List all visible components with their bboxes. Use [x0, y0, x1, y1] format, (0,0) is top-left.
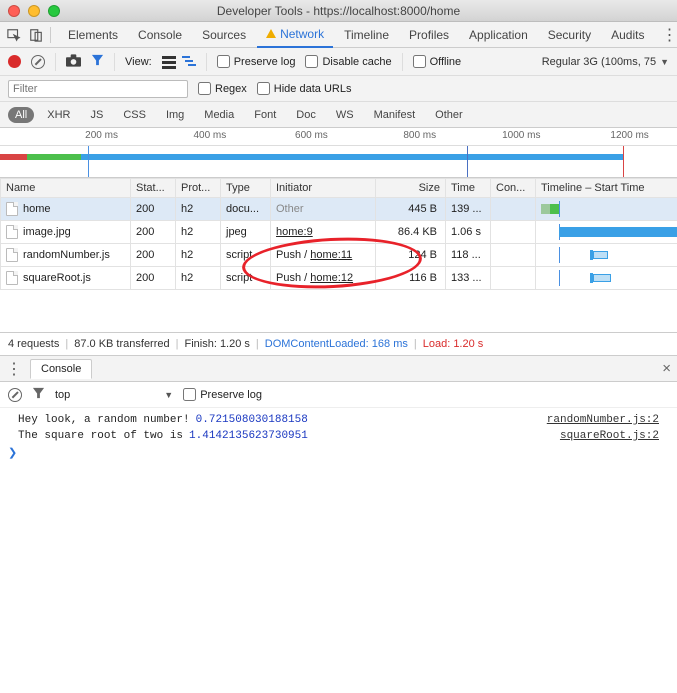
- offline-checkbox[interactable]: Offline: [413, 55, 462, 68]
- network-status-bar: 4 requests| 87.0 KB transferred| Finish:…: [0, 332, 677, 356]
- table-row[interactable]: squareRoot.js 200 h2 script Push / home:…: [1, 267, 677, 290]
- col-status[interactable]: Stat...: [131, 179, 176, 198]
- clear-console-button[interactable]: [8, 388, 22, 402]
- device-toolbar-icon[interactable]: [28, 27, 44, 43]
- regex-checkbox[interactable]: Regex: [198, 82, 247, 95]
- close-drawer-icon[interactable]: ×: [662, 360, 671, 377]
- console-toolbar: top Preserve log: [0, 382, 677, 408]
- col-initiator[interactable]: Initiator: [271, 179, 376, 198]
- file-icon: [6, 271, 18, 285]
- console-source-link[interactable]: squareRoot.js:2: [560, 430, 659, 442]
- console-prompt[interactable]: ❯: [0, 444, 677, 462]
- tab-network[interactable]: Network: [257, 22, 333, 48]
- col-connection[interactable]: Con...: [491, 179, 536, 198]
- timeline-overview[interactable]: [0, 146, 677, 178]
- type-css[interactable]: CSS: [116, 107, 153, 123]
- console-message[interactable]: The square root of two is 1.414213562373…: [0, 428, 677, 444]
- tab-network-label: Network: [280, 21, 324, 47]
- resource-type-filter: All XHR JS CSS Img Media Font Doc WS Man…: [0, 102, 677, 128]
- view-label: View:: [125, 56, 152, 68]
- initiator-link[interactable]: home:11: [310, 249, 352, 261]
- drawer-menu-icon[interactable]: ⋮: [6, 359, 22, 379]
- type-ws[interactable]: WS: [329, 107, 361, 123]
- disable-cache-checkbox[interactable]: Disable cache: [305, 55, 391, 68]
- tab-security[interactable]: Security: [539, 22, 600, 48]
- tab-console[interactable]: Console: [129, 22, 191, 48]
- col-name[interactable]: Name: [1, 179, 131, 198]
- tab-audits[interactable]: Audits: [602, 22, 653, 48]
- table-row[interactable]: home 200 h2 docu... Other 445 B 139 ...: [1, 198, 677, 221]
- initiator-link[interactable]: home:9: [276, 226, 313, 238]
- throttling-select[interactable]: Regular 3G (100ms, 75: [542, 56, 669, 68]
- clear-button[interactable]: [31, 55, 45, 69]
- context-selector[interactable]: top: [55, 389, 173, 401]
- window-title: Developer Tools - https://localhost:8000…: [0, 4, 677, 18]
- waterfall-icon[interactable]: [182, 55, 196, 69]
- type-doc[interactable]: Doc: [289, 107, 323, 123]
- table-row[interactable]: randomNumber.js 200 h2 script Push / hom…: [1, 244, 677, 267]
- tab-timeline[interactable]: Timeline: [335, 22, 398, 48]
- window-titlebar: Developer Tools - https://localhost:8000…: [0, 0, 677, 22]
- tab-application[interactable]: Application: [460, 22, 537, 48]
- type-all[interactable]: All: [8, 107, 34, 123]
- tab-profiles[interactable]: Profiles: [400, 22, 458, 48]
- file-icon: [6, 248, 18, 262]
- console-source-link[interactable]: randomNumber.js:2: [547, 414, 659, 426]
- table-header-row: Name Stat... Prot... Type Initiator Size…: [1, 179, 677, 198]
- type-font[interactable]: Font: [247, 107, 283, 123]
- preserve-log-checkbox[interactable]: Preserve log: [217, 55, 296, 68]
- drawer-tabstrip: ⋮ Console ×: [0, 356, 677, 382]
- main-tab-strip: Elements Console Sources Network Timelin…: [0, 22, 677, 48]
- more-menu-icon[interactable]: ⋮: [655, 25, 677, 45]
- col-protocol[interactable]: Prot...: [176, 179, 221, 198]
- type-other[interactable]: Other: [428, 107, 470, 123]
- tab-sources[interactable]: Sources: [193, 22, 255, 48]
- filter-icon[interactable]: [91, 54, 104, 70]
- console-filter-icon[interactable]: [32, 387, 45, 403]
- timeline-ruler[interactable]: 200 ms 400 ms 600 ms 800 ms 1000 ms 1200…: [0, 128, 677, 146]
- type-img[interactable]: Img: [159, 107, 191, 123]
- drawer-tab-console[interactable]: Console: [30, 359, 92, 379]
- console-message[interactable]: Hey look, a random number! 0.72150803018…: [0, 412, 677, 428]
- initiator-link[interactable]: home:12: [310, 272, 353, 284]
- large-rows-icon[interactable]: [162, 55, 176, 69]
- file-icon: [6, 225, 18, 239]
- network-table-area: Name Stat... Prot... Type Initiator Size…: [0, 178, 677, 332]
- type-media[interactable]: Media: [197, 107, 241, 123]
- filter-input[interactable]: [8, 80, 188, 98]
- col-time[interactable]: Time: [446, 179, 491, 198]
- col-size[interactable]: Size: [376, 179, 446, 198]
- network-table: Name Stat... Prot... Type Initiator Size…: [0, 178, 677, 290]
- console-preserve-log-checkbox[interactable]: Preserve log: [183, 388, 262, 401]
- col-type[interactable]: Type: [221, 179, 271, 198]
- file-icon: [6, 202, 18, 216]
- type-xhr[interactable]: XHR: [40, 107, 77, 123]
- col-timeline[interactable]: Timeline – Start Time▲: [536, 179, 677, 198]
- network-toolbar: View: Preserve log Disable cache Offline…: [0, 48, 677, 76]
- record-button[interactable]: [8, 55, 21, 68]
- console-output: Hey look, a random number! 0.72150803018…: [0, 408, 677, 466]
- warning-icon: [266, 29, 276, 38]
- tab-elements[interactable]: Elements: [59, 22, 127, 48]
- table-row[interactable]: image.jpg 200 h2 jpeg home:9 86.4 KB 1.0…: [1, 221, 677, 244]
- filter-bar: Regex Hide data URLs: [0, 76, 677, 102]
- inspect-element-icon[interactable]: [6, 27, 22, 43]
- hide-data-urls-checkbox[interactable]: Hide data URLs: [257, 82, 352, 95]
- type-js[interactable]: JS: [83, 107, 110, 123]
- screenshot-icon[interactable]: [66, 54, 81, 70]
- type-manifest[interactable]: Manifest: [367, 107, 423, 123]
